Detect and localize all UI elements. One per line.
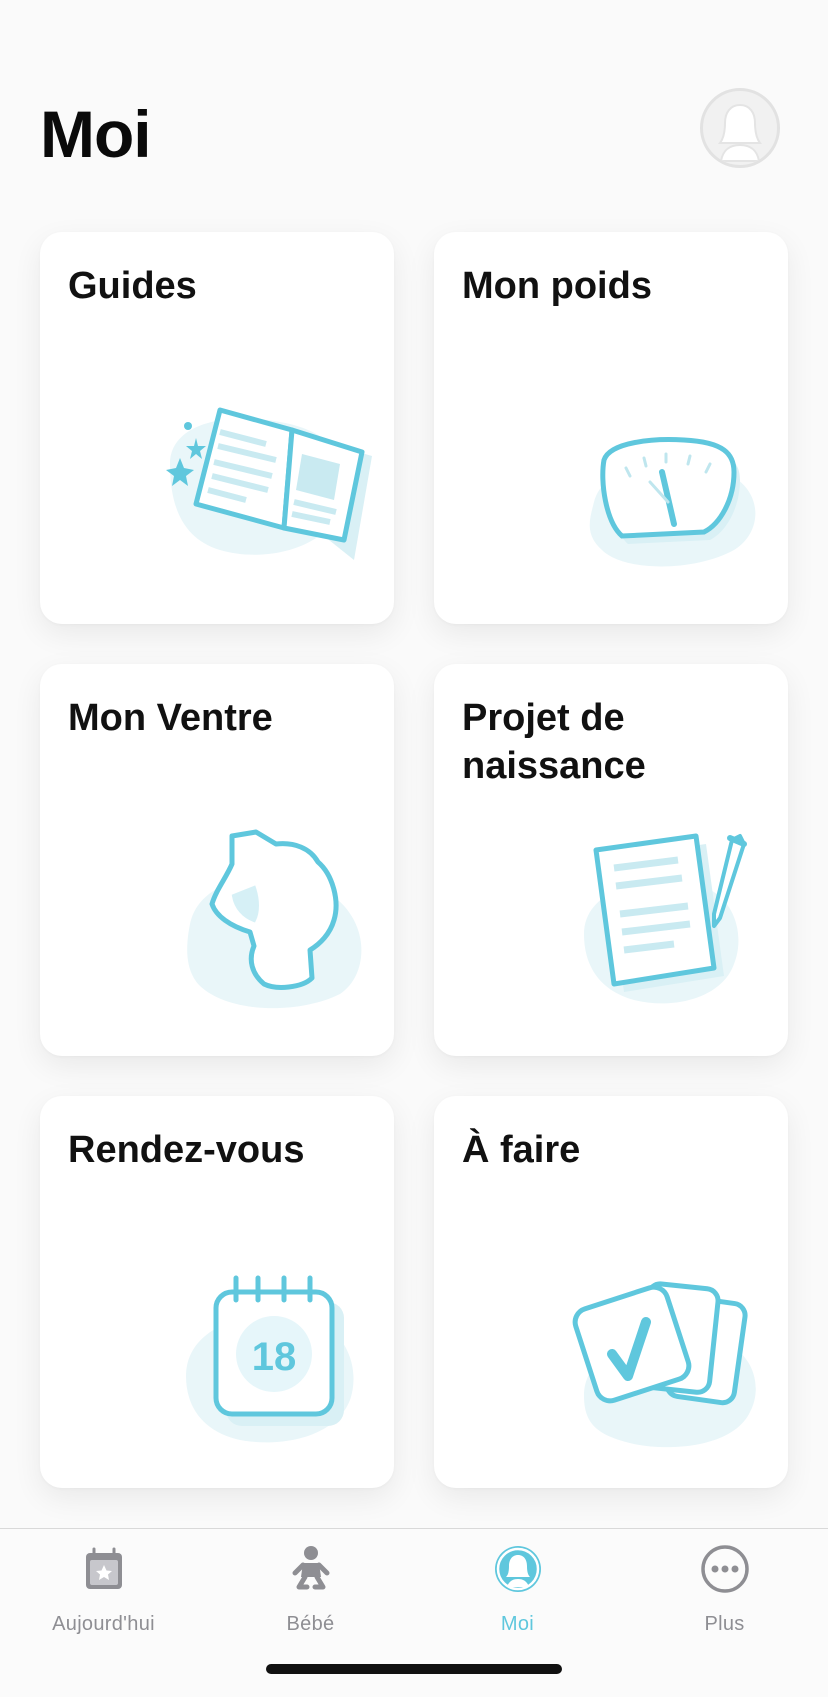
more-dots-icon — [701, 1545, 749, 1593]
tab-plus[interactable]: Plus — [621, 1529, 828, 1639]
avatar[interactable] — [700, 88, 780, 168]
calendar-day-number: 18 — [252, 1335, 297, 1379]
calendar-icon: 18 — [186, 1275, 354, 1443]
baby-icon — [292, 1546, 330, 1590]
profile-silhouette-icon — [718, 103, 762, 162]
card-mon-ventre[interactable]: Mon Ventre — [40, 664, 394, 1056]
tab-label: Aujourd'hui — [52, 1613, 155, 1635]
card-projet-de-naissance[interactable]: Projet de naissance — [434, 664, 788, 1056]
profile-icon — [495, 1546, 541, 1592]
home-indicator — [266, 1664, 562, 1674]
card-a-faire[interactable]: À faire — [434, 1096, 788, 1488]
document-pen-icon — [584, 833, 747, 1004]
pregnant-belly-icon — [187, 829, 362, 1009]
tab-aujourdhui[interactable]: Aujourd'hui — [0, 1529, 207, 1639]
page-title: Moi — [40, 97, 152, 171]
calendar-star-icon — [86, 1547, 122, 1589]
tab-label: Bébé — [286, 1613, 335, 1635]
checklist-cards-icon — [572, 1281, 756, 1448]
tab-label: Plus — [704, 1613, 745, 1635]
header: Moi — [0, 0, 828, 220]
tab-label: Moi — [500, 1613, 535, 1635]
tab-moi[interactable]: Moi — [414, 1529, 621, 1639]
tab-bebe[interactable]: Bébé — [207, 1529, 414, 1639]
scale-icon — [589, 437, 756, 567]
card-guides[interactable]: Guides — [40, 232, 394, 624]
card-rendez-vous[interactable]: Rendez-vous 18 — [40, 1096, 394, 1488]
open-book-icon — [166, 407, 372, 560]
card-mon-poids[interactable]: Mon poids — [434, 232, 788, 624]
